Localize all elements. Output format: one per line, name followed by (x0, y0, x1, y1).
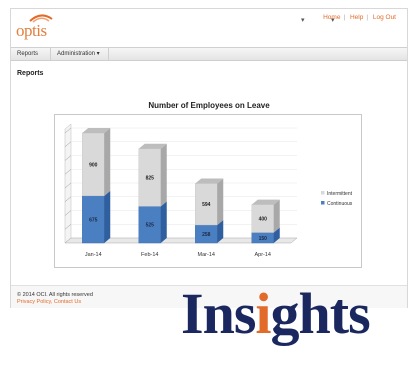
data-label: 675 (89, 217, 98, 223)
data-label: 150 (259, 236, 268, 242)
bar-side (217, 178, 224, 225)
legend-label: Intermittent (327, 191, 353, 197)
bar-side (273, 199, 280, 233)
x-tick-label: Mar-14 (198, 252, 215, 258)
x-tick-label: Apr-14 (254, 252, 271, 258)
data-label: 400 (259, 217, 268, 223)
logo[interactable]: optis (16, 21, 47, 41)
bar-side (160, 201, 167, 243)
wordmark-accent-i: i (255, 281, 271, 346)
legend-swatch (321, 201, 325, 205)
nav-bar: Reports Administration ▾ (11, 47, 407, 61)
header-links: Home | Help | Log Out (320, 14, 399, 21)
chart-container: 675 900 Jan-14 525 825 Feb-14 258 594 Mar-14 150 4… (54, 114, 362, 268)
data-label: 525 (146, 223, 155, 229)
bar-side (160, 143, 167, 207)
legend-label: Continuous (327, 201, 353, 207)
nav-item-administration[interactable]: Administration ▾ (51, 48, 109, 60)
data-label: 825 (146, 176, 155, 182)
copyright-text: © 2014 OCI. All rights reserved (17, 292, 93, 298)
data-label: 594 (202, 202, 211, 208)
app-window: optis ▾ ▾ Home | Help | Log Out Reports Ad… (10, 8, 408, 308)
nav-item-reports[interactable]: Reports (11, 48, 51, 60)
bar-side (104, 128, 111, 196)
app-header: optis ▾ ▾ Home | Help | Log Out (11, 9, 407, 47)
chart-title: Number of Employees on Leave (148, 101, 270, 110)
help-link[interactable]: Help (347, 14, 366, 21)
data-label: 900 (89, 162, 98, 168)
wordmark-part-2: ghts (270, 281, 371, 346)
footer-links[interactable]: Privacy Policy, Contact Us (17, 299, 81, 305)
bar-side (104, 190, 111, 243)
home-link[interactable]: Home (320, 14, 343, 21)
insights-wordmark: Insights (181, 285, 371, 343)
chart-svg: 675 900 Jan-14 525 825 Feb-14 258 594 Mar-14 150 4… (64, 123, 353, 258)
header-dropdown-1[interactable]: ▾ (287, 15, 305, 24)
page-title: Reports (17, 70, 44, 77)
x-tick-label: Feb-14 (141, 252, 158, 258)
data-label: 258 (202, 232, 211, 238)
chevron-down-icon: ▾ (301, 17, 305, 24)
legend-swatch (321, 191, 325, 195)
x-tick-label: Jan-14 (85, 252, 102, 258)
logout-link[interactable]: Log Out (370, 14, 399, 21)
wordmark-part-1: Ins (181, 281, 256, 346)
